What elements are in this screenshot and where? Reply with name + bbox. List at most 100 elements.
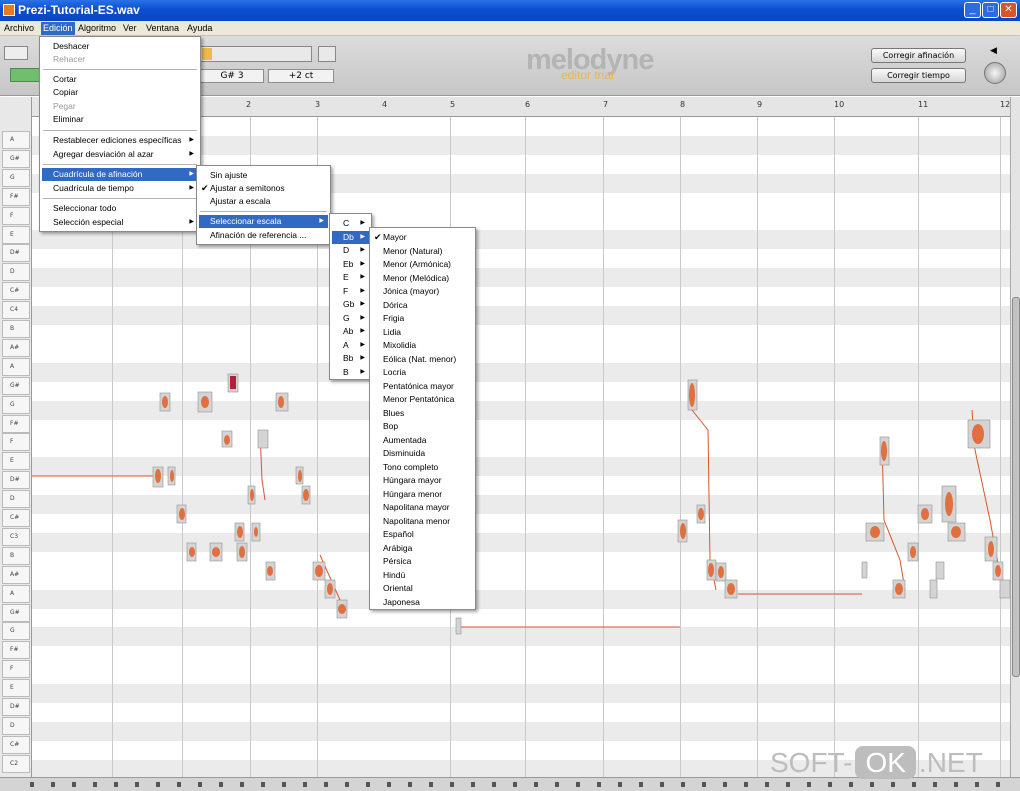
waveform-tick (933, 782, 937, 787)
key-item-ab[interactable]: Ab ▶ (332, 325, 369, 338)
scale-item[interactable]: Disminuida (372, 447, 473, 460)
scale-item[interactable]: Jónica (mayor) (372, 285, 473, 298)
waveform-tick (786, 782, 790, 787)
submenu-arrow-icon: ▶ (360, 274, 365, 280)
scale-item[interactable]: Locria (372, 366, 473, 379)
scale-item[interactable]: Napolitana menor (372, 515, 473, 528)
scale-item[interactable]: Menor (Melódica) (372, 272, 473, 285)
menu-item-rehacer[interactable]: Rehacer (42, 53, 198, 66)
scale-item[interactable]: Napolitana mayor (372, 501, 473, 514)
submenu-arrow-icon: ▶ (360, 341, 365, 348)
note-core (895, 583, 903, 595)
menu-item-label: Selección especial (53, 217, 124, 227)
menu-item-ajustar-semitonos[interactable]: ✔ Ajustar a semitonos (199, 182, 328, 195)
note-blob (935, 561, 945, 580)
scale-item-label: Mayor (383, 232, 407, 242)
scale-item[interactable]: Eólica (Nat. menor) (372, 353, 473, 366)
note-core (945, 492, 953, 516)
waveform-tick (114, 782, 118, 787)
submenu-arrow-icon: ▶ (360, 260, 365, 267)
scale-item[interactable]: ✔ Mayor (372, 231, 473, 244)
menu-item-deshacer[interactable]: Deshacer (42, 40, 198, 53)
scale-item[interactable]: Aumentada (372, 434, 473, 447)
note-core (278, 396, 284, 408)
key-item-e[interactable]: E ▶ (332, 271, 369, 284)
key-item-f[interactable]: F ▶ (332, 285, 369, 298)
menu-item-agregar-desviacion[interactable]: Agregar desviación al azar ▶ (42, 148, 198, 161)
key-item-label: A (343, 339, 349, 350)
note-core (239, 546, 245, 558)
scrollbar-thumb[interactable] (1012, 297, 1020, 677)
scale-item-label: Bop (383, 421, 399, 431)
key-item-eb[interactable]: Eb ▶ (332, 258, 369, 271)
note-core (315, 565, 323, 577)
waveform-tick (618, 782, 622, 787)
scale-item[interactable]: Mixolidia (372, 339, 473, 352)
scale-item-label: Menor (Melódica) (383, 272, 450, 283)
submenu-arrow-icon: ▶ (360, 287, 365, 294)
key-item-a[interactable]: A ▶ (332, 339, 369, 352)
key-item-bb[interactable]: Bb ▶ (332, 352, 369, 365)
vertical-scrollbar[interactable] (1010, 97, 1020, 777)
note-blob (999, 579, 1011, 599)
menu-item-afinacion-referencia[interactable]: Afinación de referencia ... (199, 229, 328, 242)
scale-item[interactable]: Español (372, 528, 473, 541)
scale-item-label: Napolitana mayor (383, 502, 450, 512)
note-core (921, 508, 929, 520)
menu-item-eliminar[interactable]: Eliminar (42, 113, 198, 126)
scale-item-label: Blues (383, 407, 405, 418)
scale-item-label: Húngara menor (383, 488, 443, 499)
scale-item[interactable]: Dórica (372, 299, 473, 312)
note-core (988, 541, 994, 557)
waveform-tick (513, 782, 517, 787)
scale-item[interactable]: Hindú (372, 569, 473, 582)
scale-item[interactable]: Lidia (372, 326, 473, 339)
scale-item[interactable]: Húngara mayor (372, 474, 473, 487)
submenu-arrow-icon: ▶ (189, 171, 194, 177)
menu-item-sin-ajuste[interactable]: Sin ajuste (199, 169, 328, 182)
scale-item[interactable]: Menor Pentatónica (372, 393, 473, 406)
waveform-tick (366, 782, 370, 787)
scale-item[interactable]: Tono completo (372, 461, 473, 474)
scale-item[interactable]: Oriental (372, 582, 473, 595)
waveform-tick (51, 782, 55, 787)
key-item-label: Bb (343, 353, 354, 363)
menu-item-cuadricula-afinacion[interactable]: Cuadrícula de afinación ▶ (42, 168, 198, 181)
note-core (303, 489, 309, 501)
key-item-b[interactable]: B ▶ (332, 366, 369, 379)
scale-item[interactable]: Bop (372, 420, 473, 433)
watermark-left: SOFT- (770, 747, 853, 778)
menu-separator (200, 211, 327, 212)
note-blob (257, 429, 269, 449)
key-item-db[interactable]: Db ▶ (332, 230, 369, 244)
note-core (995, 565, 1001, 577)
scale-item[interactable]: Húngara menor (372, 488, 473, 501)
menu-item-cortar[interactable]: Cortar (42, 73, 198, 86)
scale-item[interactable]: Japonesa (372, 596, 473, 609)
menu-separator (43, 130, 197, 131)
key-item-d[interactable]: D ▶ (332, 244, 369, 257)
pitch-grid-submenu: Sin ajuste ✔ Ajustar a semitonos Ajustar … (196, 165, 331, 245)
key-item-gb[interactable]: Gb ▶ (332, 298, 369, 311)
scale-item[interactable]: Pentatónica mayor (372, 380, 473, 393)
scale-item[interactable]: Blues (372, 407, 473, 420)
scale-item[interactable]: Menor (Armónica) (372, 258, 473, 271)
menu-item-copiar[interactable]: Copiar (42, 86, 198, 99)
submenu-arrow-icon: ▶ (189, 137, 194, 143)
menu-item-seleccionar-escala[interactable]: Seleccionar escala ▶ (199, 215, 328, 228)
scale-item[interactable]: Pérsica (372, 555, 473, 568)
waveform-overview[interactable] (0, 777, 1020, 791)
menu-item-pegar[interactable]: Pegar (42, 100, 198, 113)
key-item-g[interactable]: G ▶ (332, 312, 369, 325)
menu-item-cuadricula-tiempo[interactable]: Cuadrícula de tiempo ▶ (42, 182, 198, 195)
key-item-c[interactable]: C ▶ (332, 217, 369, 230)
scale-item[interactable]: Frigia (372, 312, 473, 325)
scale-item-label: Pentatónica mayor (383, 380, 454, 391)
menu-item-seleccion-especial[interactable]: Selección especial ▶ (42, 216, 198, 229)
menu-item-ajustar-escala[interactable]: Ajustar a escala (199, 195, 328, 208)
scale-item[interactable]: Menor (Natural) (372, 245, 473, 258)
menu-item-restablecer-ediciones[interactable]: Restablecer ediciones específicas ▶ (42, 134, 198, 147)
menu-item-seleccionar-todo[interactable]: Seleccionar todo (42, 202, 198, 215)
scale-item[interactable]: Arábiga (372, 542, 473, 555)
note-core (254, 527, 258, 537)
